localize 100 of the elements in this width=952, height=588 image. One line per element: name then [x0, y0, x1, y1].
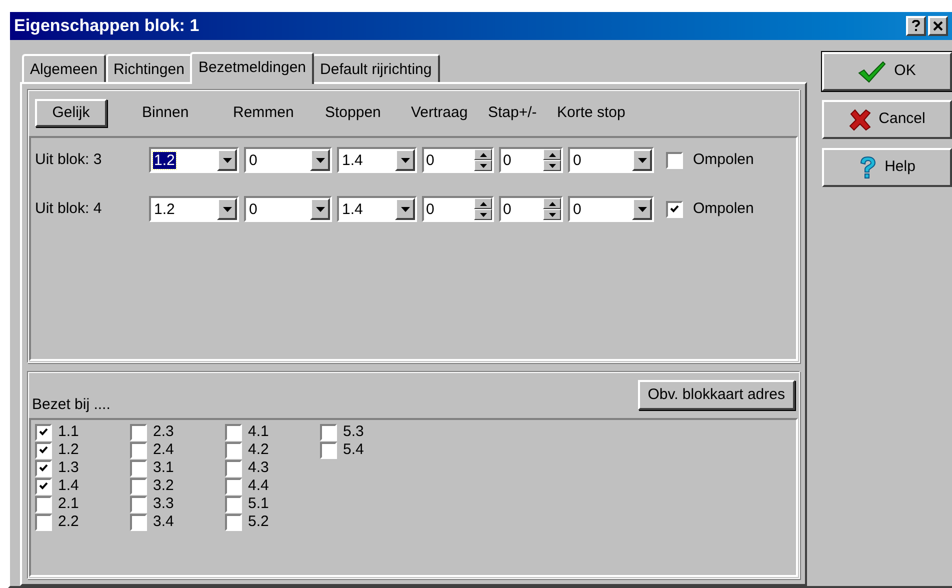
dropdown-field[interactable]: 1.4 — [337, 196, 417, 222]
checkbox-label: 5.4 — [343, 441, 364, 459]
checkbox-label: 5.1 — [248, 495, 269, 513]
spin-buttons-icon[interactable] — [474, 198, 492, 220]
row-label: Uit blok: 4 — [35, 198, 103, 219]
spin-field[interactable]: 0 — [499, 196, 563, 222]
checkbox[interactable] — [35, 442, 52, 458]
help-button[interactable]: Help — [822, 148, 952, 187]
ok-button[interactable]: OK — [822, 52, 952, 91]
checkmark-icon — [39, 482, 48, 490]
checkbox[interactable] — [35, 514, 52, 530]
group-label: Bezet bij .... — [32, 394, 110, 414]
spin-buttons-icon[interactable] — [543, 198, 561, 220]
checkbox[interactable] — [225, 460, 242, 476]
caret-icon — [400, 206, 410, 212]
checkbox-label: 3.3 — [153, 495, 174, 513]
tab[interactable]: Default rijrichting — [312, 54, 440, 82]
checkmark-icon — [39, 464, 48, 472]
checkbox[interactable] — [130, 460, 147, 476]
cancel-button[interactable]: Cancel — [822, 100, 952, 139]
equal-button[interactable]: Gelijk — [35, 99, 107, 127]
caret-icon — [222, 206, 232, 212]
cross-icon — [848, 108, 871, 130]
question-mark-icon — [858, 156, 877, 180]
spin-field[interactable]: 0 — [422, 196, 494, 222]
column-header: Binnen — [142, 102, 190, 123]
spin-field[interactable]: 0 — [422, 147, 494, 173]
dropdown-button[interactable] — [217, 198, 237, 220]
dropdown-field[interactable]: 0 — [568, 196, 654, 222]
checkbox[interactable] — [225, 424, 242, 440]
checkbox-label: 2.1 — [58, 495, 79, 513]
checkbox[interactable] — [320, 442, 337, 458]
checkbox-label: 1.1 — [58, 423, 79, 441]
column-header: Remmen — [233, 102, 295, 123]
checkbox-label: 4.2 — [248, 441, 269, 459]
tab[interactable]: Richtingen — [106, 54, 192, 82]
dropdown-field[interactable]: 0 — [244, 196, 332, 222]
tab[interactable]: Bezetmeldingen — [190, 52, 314, 84]
checkbox[interactable] — [320, 424, 337, 440]
checkbox[interactable] — [130, 478, 147, 494]
checkbox-label: 3.1 — [153, 459, 174, 477]
caret-icon — [316, 206, 324, 212]
checkbox[interactable] — [35, 424, 52, 440]
checkbox-label: 1.2 — [58, 441, 79, 459]
checkbox-label: Ompolen — [693, 198, 754, 219]
checkbox-label: 5.2 — [248, 513, 269, 531]
checkbox-label: 4.1 — [248, 423, 269, 441]
checkbox-label: 3.2 — [153, 477, 174, 495]
dropdown-field[interactable]: 0 — [244, 147, 332, 173]
dropdown-button[interactable] — [310, 198, 330, 220]
checkbox[interactable] — [35, 478, 52, 494]
dropdown-button[interactable] — [395, 198, 415, 220]
checkbox[interactable] — [35, 460, 52, 476]
dropdown-field[interactable]: 1.2 — [149, 196, 239, 222]
dropdown-field[interactable]: 1.2 — [149, 147, 239, 173]
checkbox[interactable] — [130, 442, 147, 458]
checkbox-label: 3.4 — [153, 513, 174, 531]
checkbox[interactable] — [666, 152, 683, 168]
dropdown-field[interactable]: 0 — [568, 147, 654, 173]
tab[interactable]: Algemeen — [22, 54, 106, 82]
checkmark-icon — [39, 446, 48, 454]
caret-icon — [316, 158, 324, 162]
checkbox-label: 5.3 — [343, 423, 364, 441]
column-header: Vertraag — [411, 102, 469, 123]
checkbox[interactable] — [130, 424, 147, 440]
close-button[interactable] — [928, 16, 948, 36]
checkbox-label: 2.3 — [153, 423, 174, 441]
caret-icon — [400, 158, 410, 162]
checkbox-label: 2.2 — [58, 513, 79, 531]
dropdown-button[interactable] — [632, 198, 652, 220]
column-header: Korte stop — [557, 102, 626, 123]
checkmark-icon — [858, 60, 886, 82]
column-header: Stoppen — [325, 102, 382, 123]
caret-icon — [222, 158, 232, 162]
row-label: Uit blok: 3 — [35, 150, 103, 170]
checkbox-label: 1.4 — [58, 477, 79, 495]
checkbox[interactable] — [666, 200, 683, 218]
checkbox[interactable] — [225, 514, 242, 530]
dropdown-field[interactable]: 1.4 — [337, 147, 417, 173]
dropdown-button[interactable] — [310, 149, 330, 171]
dropdown-button[interactable] — [395, 149, 415, 171]
checkbox[interactable] — [225, 496, 242, 512]
checkbox[interactable] — [130, 496, 147, 512]
address-button[interactable]: Obv. blokkaart adres — [638, 380, 795, 410]
help-title-button[interactable] — [906, 16, 926, 36]
checkbox[interactable] — [225, 478, 242, 494]
checkbox[interactable] — [225, 442, 242, 458]
checkmark-icon — [39, 428, 48, 436]
dropdown-button[interactable] — [217, 149, 237, 171]
column-header: Stap+/- — [488, 102, 538, 123]
checkbox[interactable] — [130, 514, 147, 530]
spin-field[interactable]: 0 — [499, 147, 563, 173]
caret-icon — [638, 206, 646, 212]
checkbox[interactable] — [35, 496, 52, 512]
window-title: Eigenschappen blok: 1 — [14, 15, 200, 38]
dropdown-button[interactable] — [632, 149, 652, 171]
spin-buttons-icon[interactable] — [474, 149, 492, 171]
spin-buttons-icon[interactable] — [543, 149, 561, 171]
checkmark-icon — [670, 205, 679, 213]
close-icon — [933, 21, 943, 31]
